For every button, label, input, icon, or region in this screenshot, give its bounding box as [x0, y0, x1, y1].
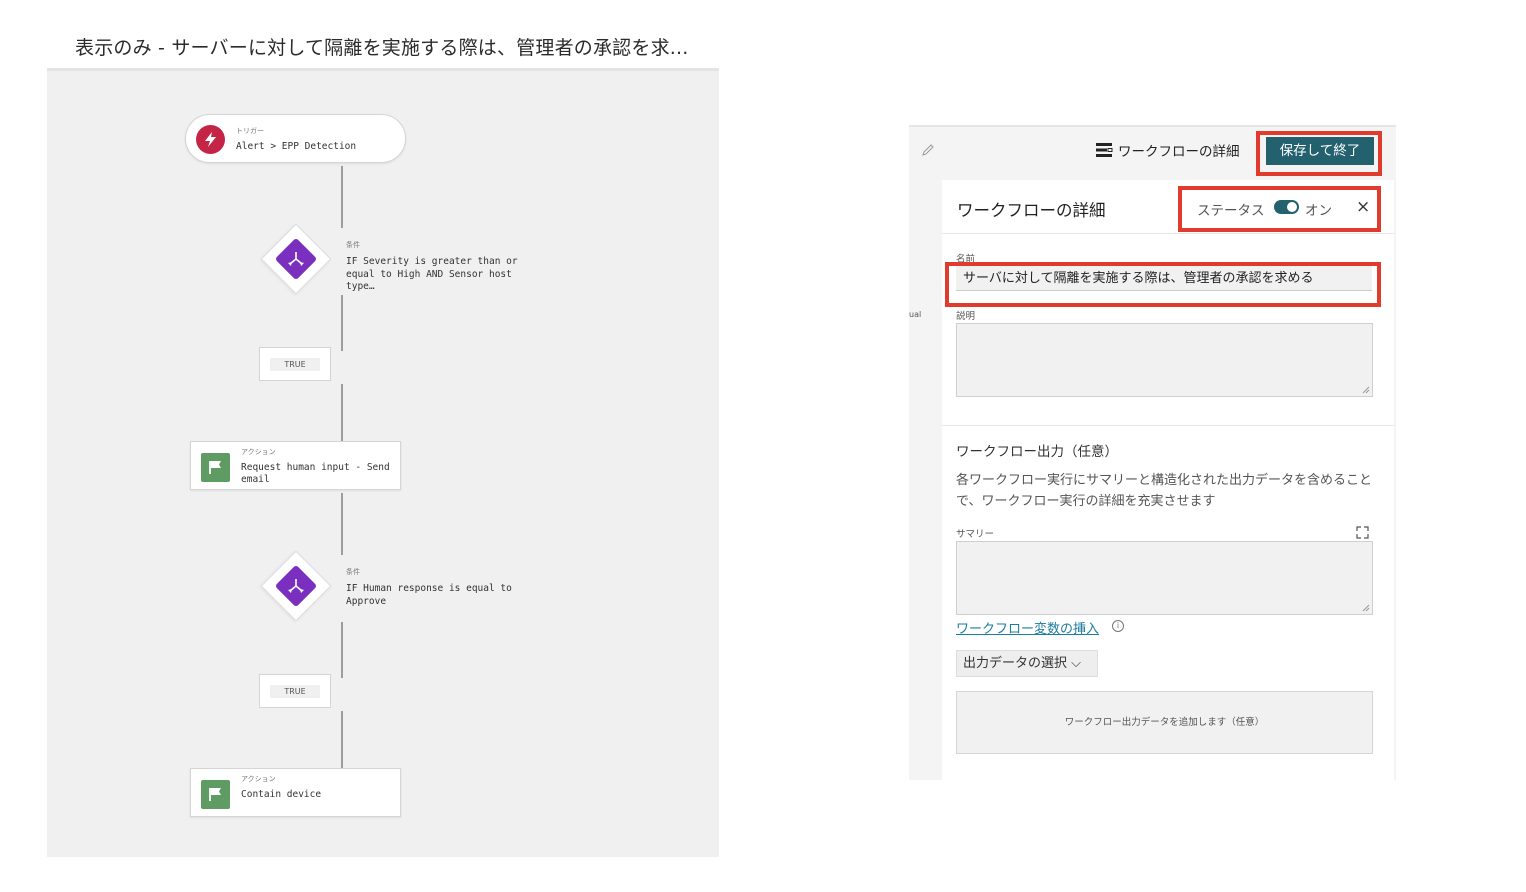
condition-label: 条件 IF Human response is equal to Approve — [346, 567, 516, 608]
save-and-exit-button[interactable]: 保存して終了 — [1266, 137, 1374, 165]
sheet-title: ワークフローの詳細 — [957, 201, 1106, 220]
insert-variable-link[interactable]: ワークフロー変数の挿入 — [956, 618, 1099, 637]
connector-line — [341, 711, 343, 772]
condition-node[interactable] — [260, 550, 332, 622]
status-label: ステータス — [1197, 203, 1265, 219]
true-branch-label[interactable]: TRUE — [259, 674, 331, 708]
close-icon[interactable]: × — [1356, 199, 1370, 216]
page-title: 表示のみ - サーバーに対して隔離を実施する際は、管理者の承認を求... — [75, 37, 689, 59]
action-text: Request human input - Send email — [241, 462, 390, 485]
add-output-dropzone[interactable]: ワークフロー出力データを追加します（任意） — [956, 691, 1373, 754]
condition-node[interactable] — [260, 223, 332, 295]
status-value: オン — [1305, 203, 1332, 219]
action-node[interactable]: アクション Contain device — [190, 768, 401, 817]
workflow-details-label: ワークフローの詳細 — [1118, 144, 1240, 160]
details-sheet: ワークフローの詳細 ステータス オン × 名前 サーバに対して隔離を実施する際は… — [942, 180, 1394, 780]
condition-type-label: 条件 — [346, 568, 360, 576]
name-label: 名前 — [956, 254, 976, 265]
output-data-select[interactable]: 出力データの選択 ⌵ — [956, 650, 1098, 677]
connector-line — [341, 622, 343, 678]
trigger-type-label: トリガー — [236, 127, 264, 135]
connector-line — [341, 384, 343, 444]
condition-label: 条件 IF Severity is greater than or equal … — [346, 240, 546, 294]
flag-icon — [201, 780, 230, 809]
action-type-label: アクション — [241, 775, 276, 783]
flag-icon — [201, 453, 230, 482]
connector-line — [341, 295, 343, 351]
connector-line — [341, 166, 343, 228]
trigger-node[interactable]: トリガー Alert > EPP Detection — [185, 114, 406, 163]
true-branch-label[interactable]: TRUE — [259, 347, 331, 381]
output-section-title: ワークフロー出力（任意） — [956, 444, 1118, 460]
summary-textarea[interactable] — [956, 541, 1373, 615]
action-type-label: アクション — [241, 448, 276, 456]
status-toggle[interactable] — [1274, 200, 1299, 214]
description-textarea[interactable] — [956, 323, 1373, 397]
action-text: Contain device — [241, 789, 322, 800]
pencil-icon[interactable] — [921, 142, 935, 161]
name-input[interactable]: サーバに対して隔離を実施する際は、管理者の承認を求める — [956, 266, 1372, 291]
lightning-icon — [196, 125, 225, 154]
workflow-details-panel: ワークフローの詳細 保存して終了 ual ワークフローの詳細 ステータス オン … — [909, 125, 1396, 780]
truncated-text: ual — [909, 310, 922, 319]
action-node[interactable]: アクション Request human input - Send email — [190, 441, 401, 490]
condition-text: IF Human response is equal to Approve — [346, 583, 512, 607]
divider — [942, 233, 1394, 234]
true-label: TRUE — [270, 685, 320, 698]
details-icon — [1096, 143, 1113, 157]
divider — [942, 425, 1394, 426]
resize-grip-icon[interactable] — [1362, 604, 1370, 612]
workflow-details-link[interactable]: ワークフローの詳細 — [1095, 140, 1240, 160]
output-section-description: 各ワークフロー実行にサマリーと構造化された出力データを含めることで、ワークフロー… — [956, 473, 1373, 509]
panel-toolbar: ワークフローの詳細 保存して終了 — [909, 125, 1396, 170]
trigger-text: Alert > EPP Detection — [236, 141, 357, 152]
condition-text: IF Severity is greater than or equal to … — [346, 256, 518, 292]
info-icon[interactable]: i — [1112, 620, 1124, 632]
condition-type-label: 条件 — [346, 241, 360, 249]
description-label: 説明 — [956, 311, 976, 322]
true-label: TRUE — [270, 358, 320, 371]
resize-grip-icon[interactable] — [1362, 386, 1370, 394]
summary-label: サマリー — [956, 529, 995, 540]
connector-line — [341, 493, 343, 555]
